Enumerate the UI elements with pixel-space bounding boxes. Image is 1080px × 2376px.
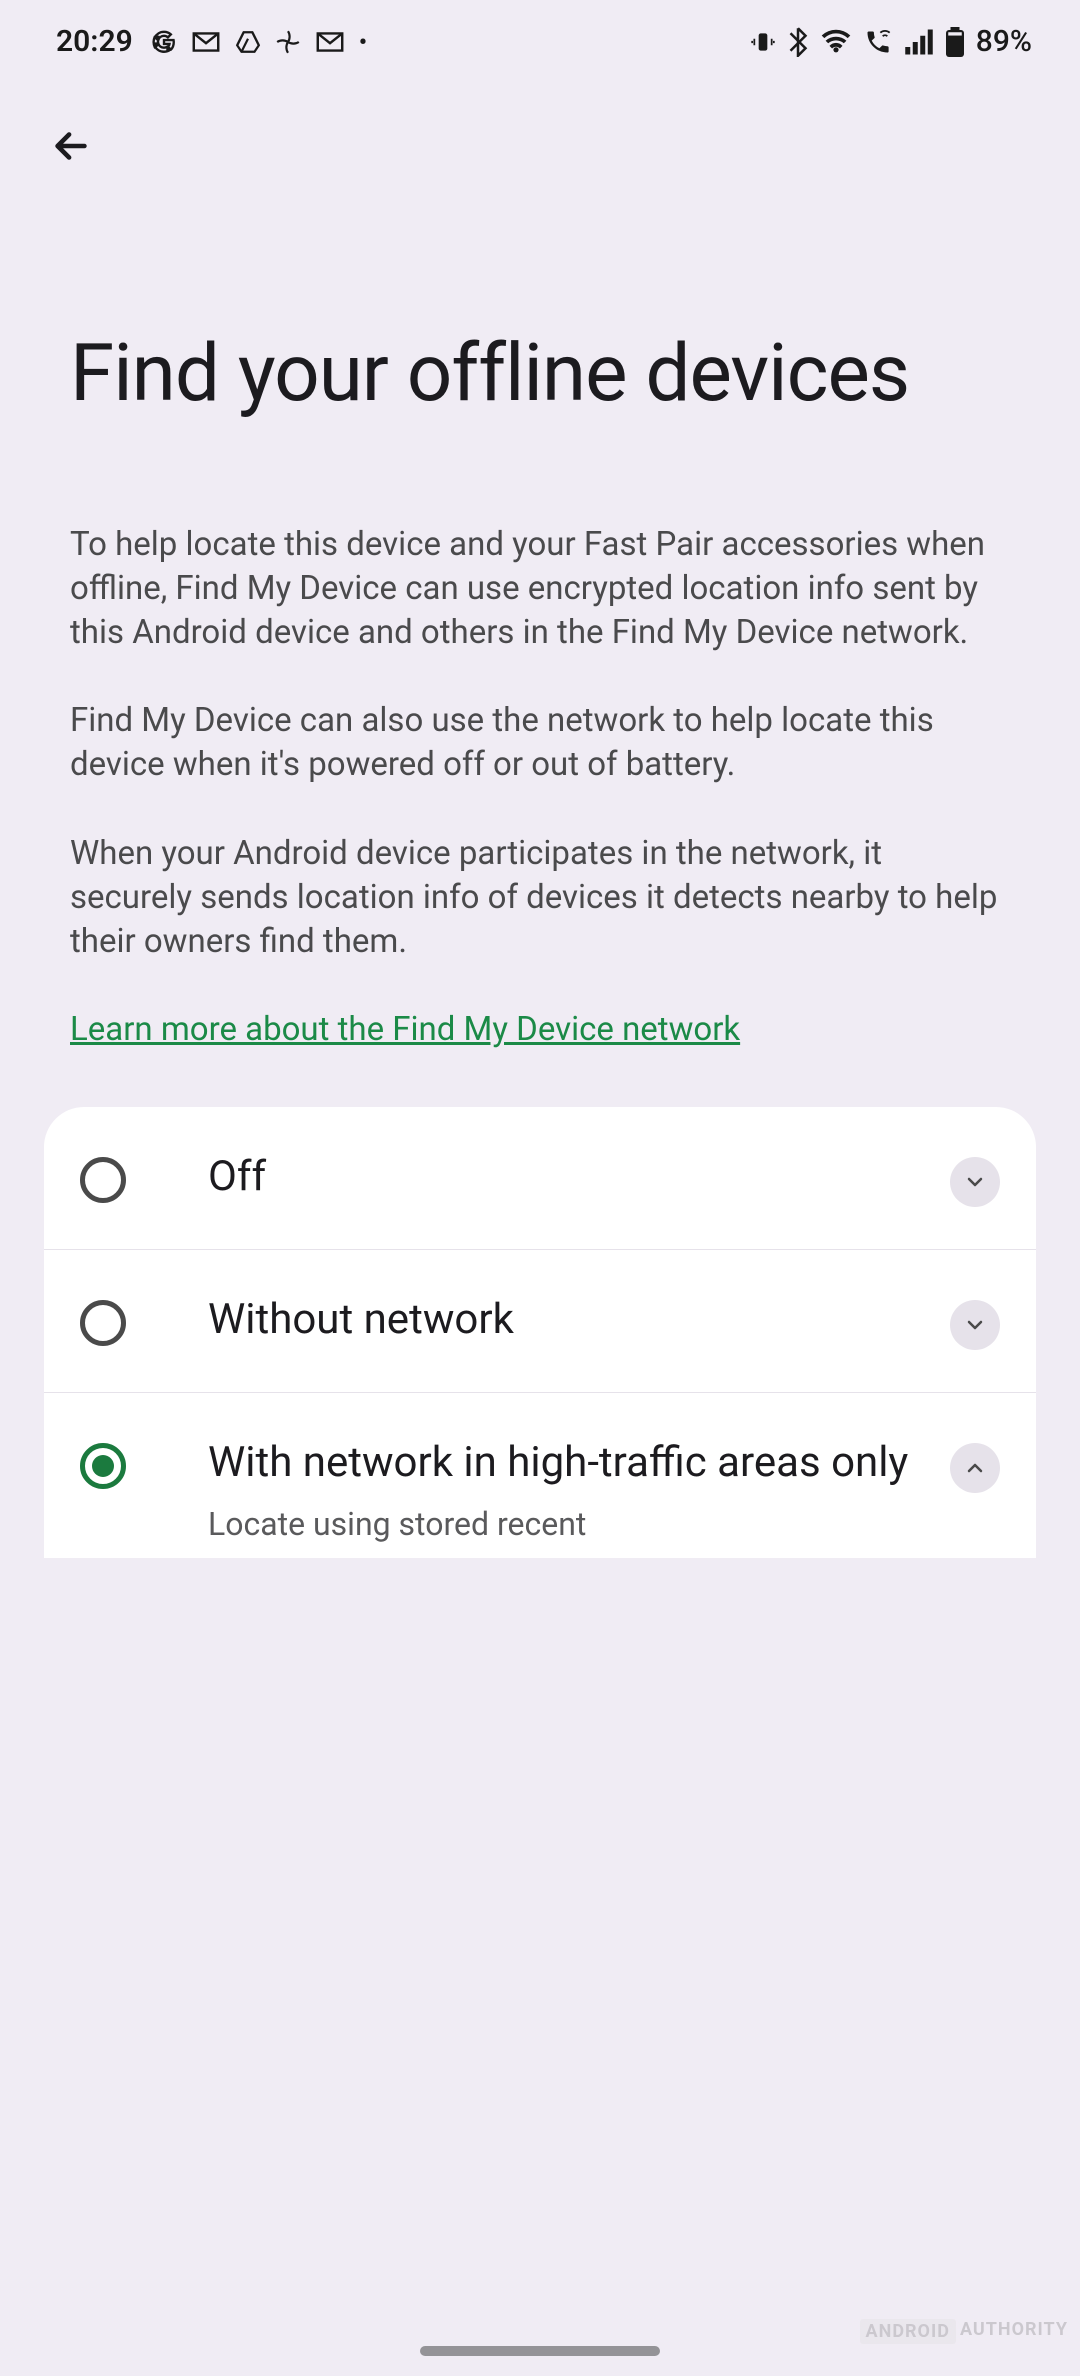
radio-without-network[interactable] xyxy=(80,1300,126,1346)
page-title: Find your offline devices xyxy=(0,173,1080,423)
status-left: 20:29 • xyxy=(56,24,367,59)
status-bar: 20:29 • xyxy=(0,0,1080,71)
chevron-down-icon xyxy=(963,1313,987,1337)
watermark-part1: ANDROID xyxy=(860,2319,956,2344)
description-paragraph-1: To help locate this device and your Fast… xyxy=(70,523,1010,656)
watermark: ANDROID AUTHORITY xyxy=(860,2319,1068,2344)
option-off[interactable]: Off xyxy=(44,1107,1036,1250)
description-paragraph-2: Find My Device can also use the network … xyxy=(70,699,1010,787)
photos-icon xyxy=(275,29,301,55)
option-without-network[interactable]: Without network xyxy=(44,1250,1036,1393)
learn-more-link[interactable]: Learn more about the Find My Device netw… xyxy=(70,1010,740,1049)
option-without-network-label: Without network xyxy=(208,1292,950,1347)
page-description: To help locate this device and your Fast… xyxy=(0,423,1080,1053)
bluetooth-icon xyxy=(788,27,808,57)
option-high-traffic-label: With network in high-traffic areas only xyxy=(208,1435,950,1490)
gesture-handle[interactable] xyxy=(420,2346,660,2356)
description-paragraph-3: When your Android device participates in… xyxy=(70,832,1010,965)
expand-off-button[interactable] xyxy=(950,1157,1000,1207)
cell-signal-icon xyxy=(904,29,934,55)
status-time: 20:29 xyxy=(56,24,133,59)
gmail-icon-2 xyxy=(315,31,345,53)
option-high-traffic[interactable]: With network in high-traffic areas only … xyxy=(44,1393,1036,1558)
battery-percent: 89% xyxy=(976,24,1032,59)
status-right: 89% xyxy=(750,24,1032,59)
chevron-down-icon xyxy=(963,1170,987,1194)
option-without-network-text: Without network xyxy=(208,1292,950,1347)
option-off-label: Off xyxy=(208,1149,950,1204)
arrow-left-icon xyxy=(48,123,94,169)
back-button[interactable] xyxy=(48,123,94,169)
option-high-traffic-sub: Locate using stored recent xyxy=(208,1504,950,1546)
vibrate-icon xyxy=(750,29,776,55)
collapse-high-traffic-button[interactable] xyxy=(950,1443,1000,1493)
radio-off[interactable] xyxy=(80,1157,126,1203)
gmail-icon xyxy=(191,31,221,53)
battery-icon xyxy=(946,27,964,57)
drive-icon xyxy=(235,30,261,54)
option-high-traffic-text: With network in high-traffic areas only … xyxy=(208,1435,950,1546)
header xyxy=(0,71,1080,173)
wifi-icon xyxy=(820,29,852,55)
chevron-up-icon xyxy=(963,1456,987,1480)
expand-without-network-button[interactable] xyxy=(950,1300,1000,1350)
wifi-calling-icon xyxy=(864,28,892,56)
option-off-text: Off xyxy=(208,1149,950,1204)
options-card: Off Without network With network in high… xyxy=(44,1107,1036,1558)
google-icon xyxy=(151,29,177,55)
radio-high-traffic[interactable] xyxy=(80,1443,126,1489)
more-notifications-icon: • xyxy=(359,28,367,56)
watermark-part2: AUTHORITY xyxy=(960,2319,1068,2344)
